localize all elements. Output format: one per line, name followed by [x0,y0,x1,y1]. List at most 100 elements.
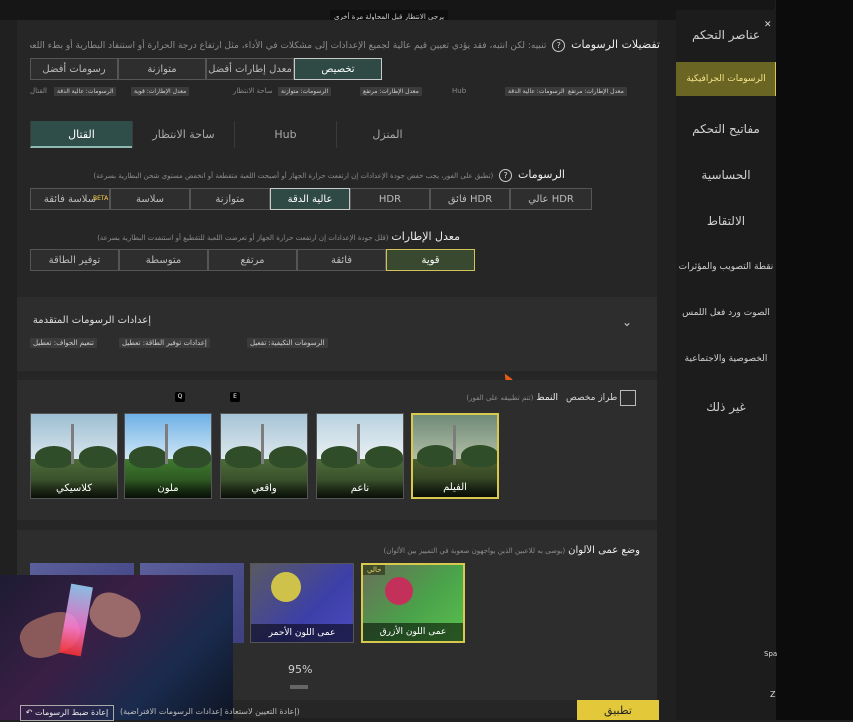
tree-shape [321,446,359,468]
framerate-title: معدل الإطارات [391,230,460,243]
sidebar-item-privacy[interactable]: الخصوصية والاجتماعية [676,346,776,372]
tower-shape [71,424,74,464]
preferences-header: تفضيلات الرسومات ? تنبيه: لكن انتبه، فقد… [30,38,660,54]
undo-icon: ↶ [25,708,33,717]
right-edge-label: Spa [764,650,778,658]
framerate-option-high[interactable]: مرتفع [208,249,297,271]
framerate-option-power-saving[interactable]: توفير الطاقة [30,249,119,271]
map-marker-icon [271,572,301,602]
reset-label: إعادة ضبط الرسومات [35,708,109,717]
sidebar-item-crosshair[interactable]: نقطة التصويب والمؤثرات [676,254,776,280]
sidebar-item-graphics[interactable]: الرسومات الجرافيكية [676,62,778,96]
style-thumb-label: ناعم [317,480,403,498]
style-thumb-label: ملون [125,480,211,498]
tree-shape [365,446,403,468]
style-thumb-label: واقعي [221,480,307,498]
graphics-header: الرسومات ? (تطبق على الفور، يجب خفض جودة… [30,168,565,182]
sidebar-item-audio[interactable]: الصوت ورد فعل اللمس [676,300,776,326]
framerate-segment: توفير الطاقة متوسطة مرتفع فائقة قوية [30,249,475,271]
graphics-quality-segment: سلاسة فائقة BETA سلاسة متوازنة عالية الد… [30,188,592,210]
tab-home[interactable]: المنزل [336,121,438,148]
style-header: النمط (تتم تطبيقه على الفور) [448,393,558,403]
reset-graphics-button[interactable]: ↶ إعادة ضبط الرسومات [20,705,114,721]
current-badge: حالي [363,565,386,575]
preset-balanced[interactable]: متوازنة [118,58,206,80]
advanced-settings-card[interactable]: إعدادات الرسومات المتقدمة ⌄ الرسومات الت… [17,297,657,371]
key-hint-q: Q [175,392,185,402]
graphics-option-super-smooth[interactable]: سلاسة فائقة BETA [30,188,110,210]
summary-combat: القتال [30,87,47,95]
brightness-slider[interactable] [290,685,308,689]
framerate-option-medium[interactable]: متوسطة [119,249,208,271]
framerate-option-ultra[interactable]: فائقة [297,249,386,271]
tree-shape [417,445,455,467]
style-thumb-realistic[interactable]: واقعي [220,413,308,499]
tree-shape [269,446,307,468]
tree-shape [173,446,211,468]
tower-shape [357,424,360,464]
summary-tag: الرسومات: متوازنة [278,87,332,96]
advanced-tag: إعدادات توفير الطاقة: تعطيل [119,338,210,348]
style-title: النمط [536,393,558,403]
summary-tag: معدل الإطارات: مرتفع [360,87,422,96]
chevron-down-icon[interactable]: ⌄ [622,315,632,329]
webcam-overlay [0,575,233,720]
phone-shape [59,583,93,657]
summary-tag: معدل الإطارات: قوية [131,87,190,96]
colorblind-option-label: عمى اللون الأزرق [363,623,463,641]
help-icon[interactable]: ? [552,39,566,52]
graphics-option-balanced[interactable]: متوازنة [190,188,270,210]
style-thumb-film[interactable]: الفيلم [411,413,499,499]
sidebar-item-sensitivity[interactable]: الحساسية [676,162,776,188]
right-edge-area: ✕ Spa Z [764,0,853,720]
colorblind-option-blue[interactable]: حالي عمى اللون الأزرق [361,563,465,643]
summary-hub: Hub [452,87,467,95]
hand-shape [83,586,147,644]
tree-shape [225,446,263,468]
mode-tabs: القتال ساحة الانتظار Hub المنزل [30,121,640,148]
sidebar-item-other[interactable]: غير ذلك [676,394,776,420]
beta-badge: BETA [93,195,109,202]
advanced-title: إعدادات الرسومات المتقدمة [32,315,151,326]
graphics-option-ultra-hdr[interactable]: فائق HDR [430,188,510,210]
framerate-option-strong[interactable]: قوية [386,249,475,271]
tree-shape [79,446,117,468]
tree-shape [461,445,497,467]
colorblind-option-red[interactable]: عمى اللون الأحمر [250,563,354,643]
tower-shape [453,425,456,465]
tree-shape [129,446,167,468]
advanced-tag: الرسومات التكيفية: تفعيل [247,338,328,348]
preset-better-graphics[interactable]: رسومات أفضل [30,58,118,80]
custom-style-checkbox[interactable] [620,390,636,406]
graphics-option-hdr[interactable]: HDR [350,188,430,210]
sidebar-item-controls[interactable]: عناصر التحكم [676,22,776,48]
graphics-option-label: سلاسة فائقة [43,194,97,205]
graphics-option-hd[interactable]: عالية الدقة [270,188,350,210]
settings-sidebar: عناصر التحكم الرسومات الجرافيكية مفاتيح … [676,10,778,720]
preset-custom[interactable]: تخصيص [294,58,382,80]
close-icon[interactable]: ✕ [764,20,774,30]
sidebar-item-keybinds[interactable]: مفاتيح التحكم [676,116,776,142]
brightness-value: 95% [288,663,313,676]
sidebar-item-pickup[interactable]: الالتقاط [676,208,776,234]
framerate-hint: (قلل جودة الإعدادات إن ارتفعت حرارة الجه… [97,234,389,242]
tab-combat[interactable]: القتال [30,121,132,148]
preset-better-fps[interactable]: معدل إطارات أفضل [206,58,294,80]
style-thumb-soft[interactable]: ناعم [316,413,404,499]
tab-lobby[interactable]: ساحة الانتظار [132,121,234,148]
colorblind-header: وضع عمى الألوان (يوصى به للاعبين الذين ي… [340,545,640,556]
tab-hub[interactable]: Hub [234,121,336,148]
preset-segment: تخصيص معدل إطارات أفضل متوازنة رسومات أف… [30,58,382,80]
help-icon[interactable]: ? [499,169,513,182]
reset-hint: (إعادة التعيين لاستعادة إعدادات الرسومات… [120,707,300,716]
style-thumb-label: كلاسيكي [31,480,117,498]
framerate-header: معدل الإطارات (قلل جودة الإعدادات إن ارت… [30,230,460,243]
style-thumb-classic[interactable]: كلاسيكي [30,413,118,499]
graphics-option-smooth[interactable]: سلاسة [110,188,190,210]
style-thumb-colorful[interactable]: ملون [124,413,212,499]
apply-button[interactable]: تطبيق [577,700,659,720]
preferences-title: تفضيلات الرسومات [571,38,660,51]
style-thumb-label: الفيلم [413,479,497,497]
graphics-option-high-hdr[interactable]: عالي HDR [510,188,592,210]
tower-shape [261,424,264,464]
